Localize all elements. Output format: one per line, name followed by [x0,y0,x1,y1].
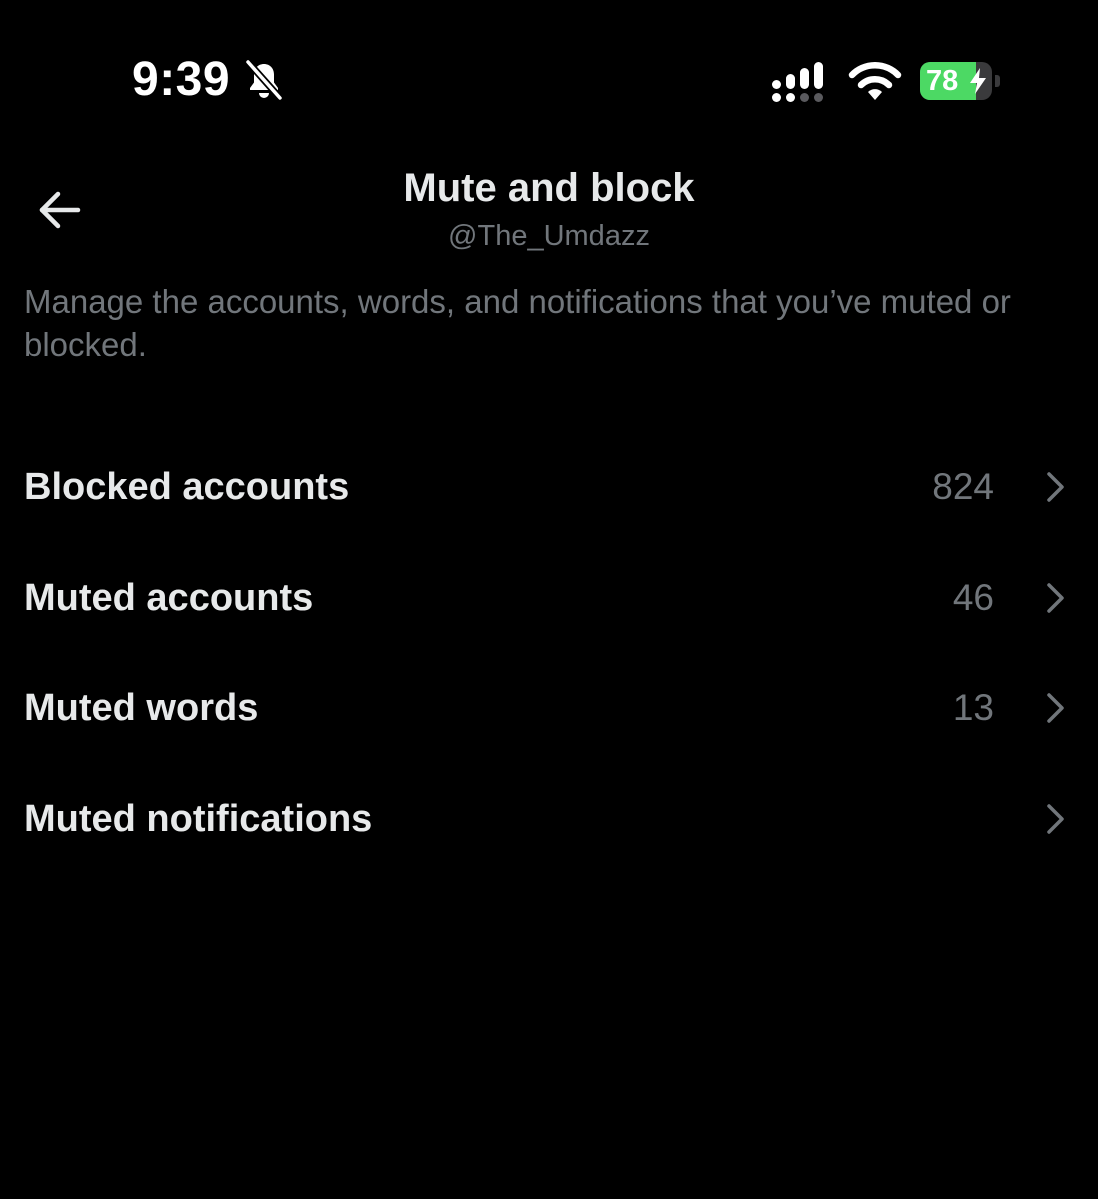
wifi-icon [848,62,902,100]
item-label: Muted accounts [24,576,314,619]
account-handle: @The_Umdazz [448,220,650,252]
status-bar: 9:39 78 [0,0,1098,150]
charging-bolt-icon [970,68,986,94]
screen: 9:39 78 Mute and block @The_Umdazz Manag… [0,0,1098,1199]
chevron-right-icon [1047,693,1064,723]
blocked-accounts-item[interactable]: Blocked accounts 824 [0,432,1098,543]
chevron-right-icon [1047,472,1064,502]
item-count: 13 [952,687,994,728]
muted-accounts-item[interactable]: Muted accounts 46 [0,543,1098,654]
settings-list: Blocked accounts 824 Muted accounts 46 M… [0,432,1098,874]
item-count: 46 [952,576,994,618]
battery-icon: 78 [920,62,1004,100]
item-count: 824 [932,466,994,507]
chevron-right-icon [1047,803,1064,834]
page-description: Manage the accounts, words, and notifica… [24,283,1011,363]
item-label: Muted notifications [24,797,373,840]
chevron-right-icon [1047,582,1064,613]
bell-off-icon [245,59,283,101]
muted-words-item[interactable]: Muted words 13 [0,653,1098,764]
signal-icon [772,62,823,102]
item-label: Blocked accounts [24,466,350,508]
item-label: Muted words [24,687,259,729]
page-title: Mute and block [403,166,695,210]
status-time: 9:39 [132,53,231,106]
muted-notifications-item[interactable]: Muted notifications [0,764,1098,875]
